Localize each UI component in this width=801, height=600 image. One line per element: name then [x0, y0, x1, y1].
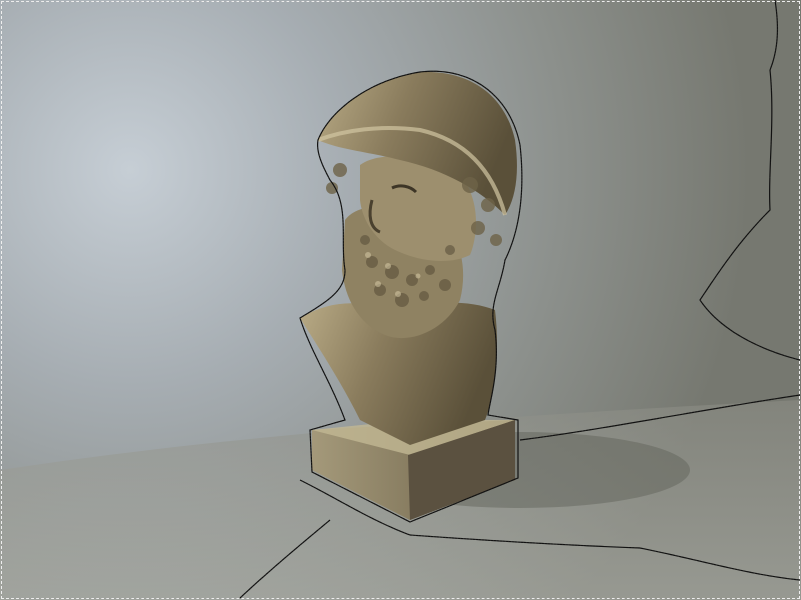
scene-illustration: [0, 0, 801, 600]
image-canvas[interactable]: [0, 0, 801, 600]
